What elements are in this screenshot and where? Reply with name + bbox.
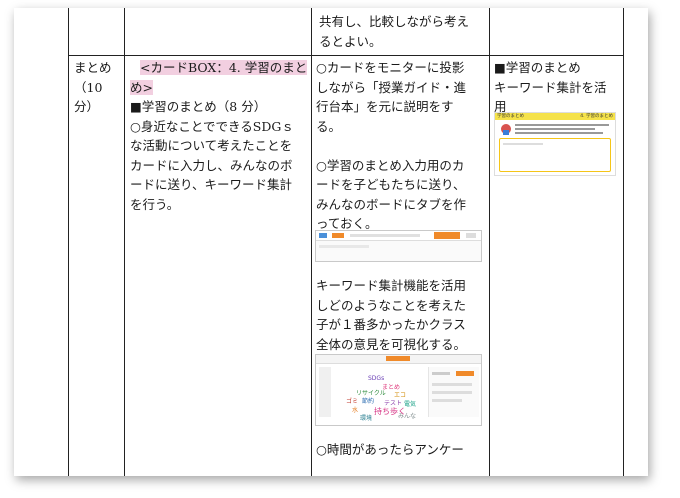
text-line: しどのようなことを考えた bbox=[316, 297, 467, 313]
text-line: ○時間があったらアンケー bbox=[316, 442, 464, 457]
summary-card-thumbnail: 学習のまとめ 4. 学習のまとめ bbox=[494, 112, 616, 176]
text-line: 子が１番多かったかクラス bbox=[316, 317, 466, 332]
text-line: みんなのボードにタブを作 bbox=[316, 196, 467, 212]
board-screenshot bbox=[315, 230, 482, 262]
ict-cell: ■学習のまとめ キーワード集計を活 用 bbox=[494, 58, 622, 117]
text-line: まとめ bbox=[74, 60, 112, 75]
text-line: ■学習のまとめ bbox=[494, 60, 581, 75]
text-line: る。 bbox=[316, 118, 342, 134]
teacher-notes-cell: ○カードをモニターに投影 しながら「授業ガイド・進 行台本」を元に説明をす る。… bbox=[316, 58, 486, 234]
column-divider bbox=[489, 8, 490, 476]
card-box-line: <カードBOX：4. 学習のまと bbox=[130, 58, 308, 78]
text-line: な活動について考えたことを bbox=[130, 138, 293, 153]
text-line: 行台本」を元に説明をす bbox=[316, 99, 454, 114]
card-tag: 4. 学習のまとめ bbox=[580, 114, 613, 119]
column-divider bbox=[68, 8, 69, 476]
card-title: 学習のまとめ bbox=[497, 114, 524, 119]
text-line: ○身近なことでできるSDGｓ bbox=[130, 118, 294, 134]
text-line: 分） bbox=[74, 99, 100, 114]
column-divider bbox=[124, 8, 125, 476]
card-box-line: め> bbox=[130, 78, 308, 98]
teacher-notes-cell-3: ○時間があったらアンケー bbox=[316, 440, 486, 460]
text-line: （10 bbox=[74, 79, 103, 95]
text-line: ○学習のまとめ入力用のカ bbox=[316, 157, 465, 173]
card-box-highlight: <カードBOX：4. 学習のまと bbox=[140, 60, 308, 75]
prev-row-text: 共有し、比較しながら考え るとよい。 bbox=[319, 12, 484, 51]
cloud-word: 環境 bbox=[360, 415, 373, 422]
document-page: 共有し、比較しながら考え るとよい。 まとめ （10 分） <カードBOX：4.… bbox=[14, 8, 648, 476]
text-line: 全体の意見を可視化する。 bbox=[316, 336, 467, 352]
text-line: キーワード集計機能を活用 bbox=[316, 278, 467, 293]
section-heading: ■学習のまとめ（8 分） bbox=[130, 99, 267, 114]
wordcloud-screenshot: SDGs まとめ リサイクル エコ ゴミ 節約 テスト 電気 水 持ち歩く 環境… bbox=[315, 354, 482, 426]
text-line: を行う。 bbox=[130, 196, 180, 212]
text-line: ードを子どもたちに送り、 bbox=[316, 177, 466, 192]
phase-label: まとめ （10 分） bbox=[74, 58, 122, 117]
activity-cell: <カードBOX：4. 学習のまと め> ■学習のまとめ（8 分） ○身近なことで… bbox=[130, 58, 308, 214]
text-line: しながら「授業ガイド・進 bbox=[316, 79, 467, 95]
cloud-word: SDGs bbox=[368, 375, 385, 382]
text-line: るとよい。 bbox=[319, 33, 382, 49]
cloud-word: 水 bbox=[352, 407, 359, 414]
teacher-notes-cell-2: キーワード集計機能を活用 しどのようなことを考えた 子が１番多かったかクラス 全… bbox=[316, 276, 486, 354]
text-line: カードに入力し、みんなのボ bbox=[130, 157, 293, 173]
cloud-word: 節約 bbox=[362, 398, 375, 405]
column-divider bbox=[623, 8, 624, 476]
cloud-word: みんな bbox=[398, 413, 417, 420]
text-line: ードに送り、キーワード集計 bbox=[130, 177, 293, 192]
text-line: ○カードをモニターに投影 bbox=[316, 60, 465, 75]
column-divider bbox=[311, 8, 312, 476]
row-divider bbox=[68, 55, 623, 56]
card-box-highlight: め> bbox=[130, 79, 153, 95]
cloud-word: ゴミ bbox=[346, 398, 359, 405]
text-line: 共有し、比較しながら考え bbox=[319, 14, 470, 29]
text-line: キーワード集計を活 bbox=[494, 79, 607, 95]
